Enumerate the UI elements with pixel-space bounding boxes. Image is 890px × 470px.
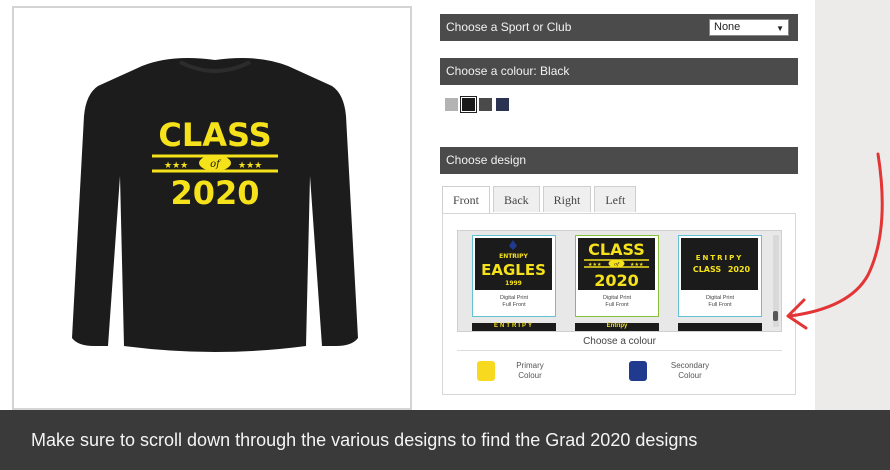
colour-swatches xyxy=(445,96,509,113)
design-top-text: ENTRIPY xyxy=(696,254,744,262)
design-panel: ENTRIPY EAGLES 1999 Digital Print Full F… xyxy=(442,213,796,395)
secondary-colour-label: Secondary Colour xyxy=(665,361,715,381)
swatch-grey[interactable] xyxy=(445,98,458,111)
design-card-row2[interactable] xyxy=(678,323,762,331)
design-scroll-area[interactable]: ENTRIPY EAGLES 1999 Digital Print Full F… xyxy=(457,230,782,332)
arrow-annotation-icon xyxy=(786,152,884,330)
primary-colour-label: Primary Colour xyxy=(505,361,555,381)
scrollbar-thumb[interactable] xyxy=(773,311,778,321)
design-art: ENTRIPY CLASS 2020 xyxy=(681,238,758,290)
design-label-line-2: Full Front xyxy=(605,302,629,308)
tab-left[interactable]: Left xyxy=(594,186,637,212)
design-sub-text: 2020 xyxy=(728,265,751,274)
tab-front[interactable]: Front xyxy=(442,186,491,214)
colour-bar: Choose a colour: Black xyxy=(440,58,798,85)
svg-text:★★★: ★★★ xyxy=(630,262,644,268)
secondary-label-line-2: Colour xyxy=(678,371,702,380)
print-top: CLASS xyxy=(158,116,271,154)
design-tabs: Front Back Right Left xyxy=(442,186,639,214)
primary-label-line-1: Primary xyxy=(516,361,544,370)
tab-right[interactable]: Right xyxy=(542,186,592,212)
chevron-down-icon: ▼ xyxy=(776,24,784,33)
design-bar: Choose design xyxy=(440,147,798,174)
design-art: ENTRIPY EAGLES 1999 xyxy=(475,238,552,290)
instruction-caption: Make sure to scroll down through the var… xyxy=(0,410,890,470)
sport-club-value: None xyxy=(714,21,741,33)
design-sub-text: 1999 xyxy=(505,280,522,287)
design-card-eagles[interactable]: ENTRIPY EAGLES 1999 Digital Print Full F… xyxy=(472,235,556,317)
choose-colour-title: Choose a colour xyxy=(583,336,656,347)
design-art: CLASS ★★★ ★★★ of 2020 xyxy=(578,238,655,290)
sweater-image: CLASS ★★★ ★★★ of 2020 xyxy=(72,58,358,352)
design-main-text: EAGLES xyxy=(481,261,546,279)
design-card-row2[interactable]: ENTRIPY xyxy=(472,323,556,331)
divider xyxy=(457,350,782,351)
design-card-entripy-class[interactable]: ENTRIPY CLASS 2020 Digital Print Full Fr… xyxy=(678,235,762,317)
sport-club-bar: Choose a Sport or Club None ▼ xyxy=(440,14,798,41)
design-card-class-of-2020[interactable]: CLASS ★★★ ★★★ of 2020 Digital Print Full… xyxy=(575,235,659,317)
colour-label: Choose a colour: Black xyxy=(446,64,570,78)
row2-text: ENTRIPY xyxy=(493,323,534,329)
product-preview: CLASS ★★★ ★★★ of 2020 xyxy=(12,6,412,410)
primary-colour-swatch[interactable] xyxy=(477,361,495,381)
design-main-text: 2020 xyxy=(594,271,639,290)
swatch-navy[interactable] xyxy=(496,98,509,111)
design-label: Choose design xyxy=(446,153,527,167)
svg-text:★★★: ★★★ xyxy=(588,262,602,268)
design-label-line-1: Digital Print xyxy=(602,295,632,301)
tab-back[interactable]: Back xyxy=(493,186,540,212)
svg-text:★★★: ★★★ xyxy=(164,160,188,170)
design-main-text: CLASS xyxy=(693,265,722,274)
swatch-black[interactable] xyxy=(460,96,477,113)
design-label-line-1: Digital Print xyxy=(705,295,735,301)
secondary-colour-swatch[interactable] xyxy=(629,361,647,381)
design-label-line-1: Digital Print xyxy=(499,295,529,301)
print-bottom: 2020 xyxy=(170,174,259,212)
design-label-line-2: Full Front xyxy=(708,302,732,308)
primary-label-line-2: Colour xyxy=(518,371,542,380)
design-card-row2[interactable]: Entripy xyxy=(575,323,659,331)
design-top-text: CLASS xyxy=(588,240,645,259)
sport-club-label: Choose a Sport or Club xyxy=(446,20,572,34)
swatch-charcoal[interactable] xyxy=(479,98,492,111)
design-top-text: ENTRIPY xyxy=(499,253,528,260)
design-label-line-2: Full Front xyxy=(502,302,526,308)
sport-club-select[interactable]: None ▼ xyxy=(709,19,789,36)
secondary-label-line-1: Secondary xyxy=(670,361,710,370)
row2-text: Entripy xyxy=(606,323,628,329)
svg-text:★★★: ★★★ xyxy=(238,160,262,170)
